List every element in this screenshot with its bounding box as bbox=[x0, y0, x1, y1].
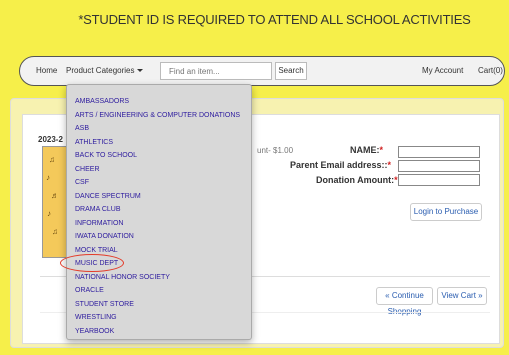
continue-shopping-button[interactable]: « Continue Shopping bbox=[376, 287, 433, 316]
login-to-purchase-button[interactable]: Login to Purchase bbox=[410, 203, 482, 221]
dropdown-item-yearbook[interactable]: YEARBOOK bbox=[75, 328, 114, 335]
dropdown-item-oracle[interactable]: ORACLE bbox=[75, 287, 104, 294]
dropdown-item-student-store[interactable]: STUDENT STORE bbox=[75, 301, 134, 308]
dropdown-item-cheer[interactable]: CHEER bbox=[75, 166, 100, 173]
search-input[interactable] bbox=[160, 62, 272, 80]
dropdown-item-drama-club[interactable]: DRAMA CLUB bbox=[75, 206, 121, 213]
dropdown-item-mock-trial[interactable]: MOCK TRIAL bbox=[75, 247, 118, 254]
dropdown-item-back-to-school[interactable]: BACK TO SCHOOL bbox=[75, 152, 137, 159]
dropdown-item-iwata-donation[interactable]: IWATA DONATION bbox=[75, 233, 134, 240]
banner-text: *STUDENT ID IS REQUIRED TO ATTEND ALL SC… bbox=[78, 12, 471, 27]
announcement-banner: *STUDENT ID IS REQUIRED TO ATTEND ALL SC… bbox=[0, 0, 509, 46]
cart-link[interactable]: Cart(0) bbox=[478, 57, 503, 85]
dropdown-item-national-honor-society[interactable]: NATIONAL HONOR SOCIETY bbox=[75, 274, 170, 281]
dropdown-item-dance-spectrum[interactable]: DANCE SPECTRUM bbox=[75, 193, 141, 200]
dropdown-item-arts-engineering[interactable]: ARTS / ENGINEERING & COMPUTER DONATIONS bbox=[75, 112, 240, 119]
nav-home-link[interactable]: Home bbox=[36, 57, 57, 85]
name-field[interactable] bbox=[398, 146, 480, 158]
dropdown-item-information[interactable]: INFORMATION bbox=[75, 220, 123, 227]
view-cart-button[interactable]: View Cart » bbox=[437, 287, 487, 305]
product-title: 2023-2 bbox=[38, 135, 63, 144]
my-account-link[interactable]: My Account bbox=[422, 57, 463, 85]
dropdown-item-athletics[interactable]: ATHLETICS bbox=[75, 139, 113, 146]
donation-amount-field[interactable] bbox=[398, 174, 480, 186]
donation-amount-label: Donation Amount:* bbox=[316, 175, 398, 185]
product-categories-label: Product Categories bbox=[66, 66, 135, 75]
caret-down-icon bbox=[137, 69, 144, 73]
dropdown-item-wrestling[interactable]: WRESTLING bbox=[75, 314, 117, 321]
dropdown-item-ambassadors[interactable]: AMBASSADORS bbox=[75, 98, 129, 105]
price-text: unt- $1.00 bbox=[257, 146, 294, 155]
product-categories-dropdown: AMBASSADORS ARTS / ENGINEERING & COMPUTE… bbox=[66, 84, 252, 340]
name-label: NAME:* bbox=[350, 145, 384, 155]
dropdown-item-csf[interactable]: CSF bbox=[75, 179, 89, 186]
top-navbar: Home Product Categories Search My Accoun… bbox=[19, 56, 505, 86]
highlight-circle bbox=[60, 254, 124, 272]
search-button[interactable]: Search bbox=[275, 62, 307, 80]
parent-email-label: Parent Email address::* bbox=[290, 160, 392, 170]
product-categories-menu[interactable]: Product Categories bbox=[66, 57, 144, 85]
parent-email-field[interactable] bbox=[398, 160, 480, 172]
dropdown-item-asb[interactable]: ASB bbox=[75, 125, 89, 132]
